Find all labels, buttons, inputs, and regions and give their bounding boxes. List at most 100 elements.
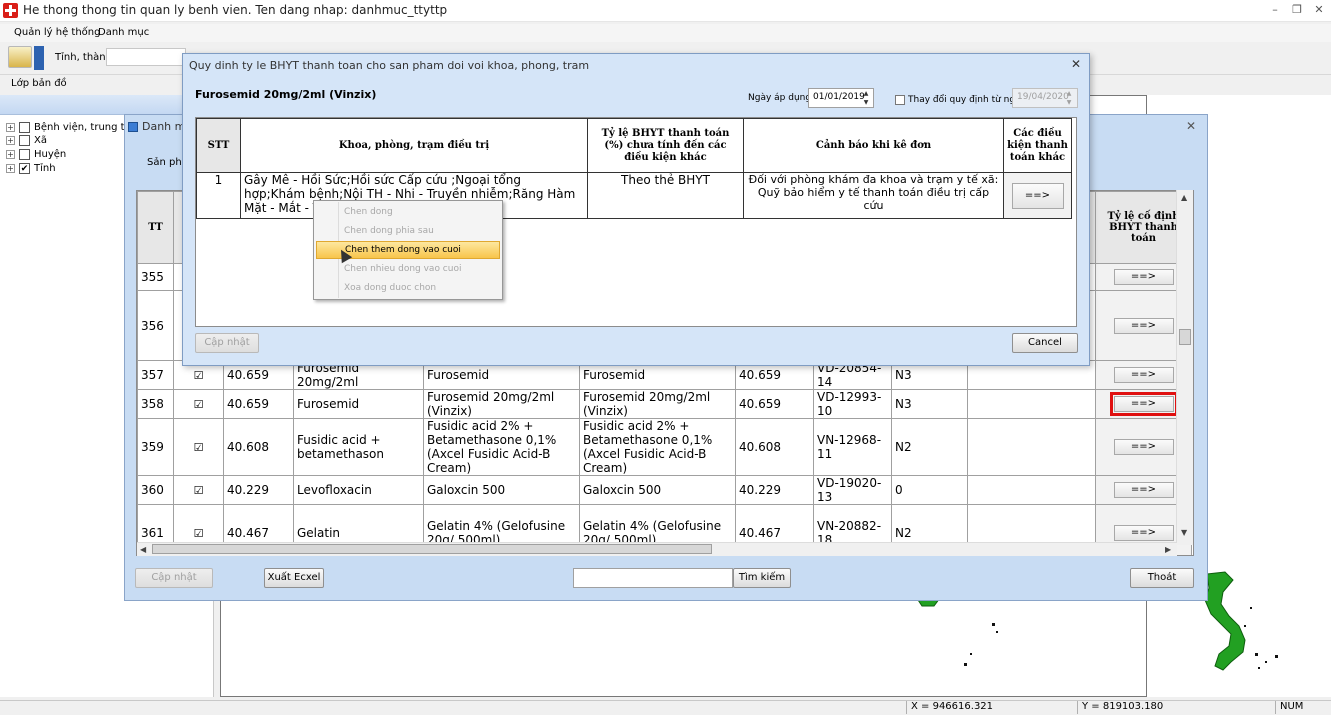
search-button[interactable]: Tìm kiếm [733,568,791,588]
set-rate-button[interactable]: ==> [1113,269,1174,285]
rate-cell[interactable]: Theo thẻ BHYT [587,172,744,219]
reg-cell[interactable]: VN-12968-11 [813,418,892,476]
set-rate-button[interactable]: ==> [1113,525,1174,541]
spin-down-icon[interactable]: ▼ [859,98,873,107]
expand-icon[interactable]: + [6,122,15,132]
code2-cell[interactable]: 40.608 [735,418,814,476]
column-header-stt[interactable]: STT [196,118,241,173]
search-input[interactable] [573,568,733,588]
tt-cell[interactable]: 360 [137,475,174,505]
export-excel-button[interactable]: Xuất Ecxel [264,568,324,588]
code-cell[interactable]: 40.659 [223,389,294,419]
column-header-conditions[interactable]: Các điều kiện thanh toán khác [1003,118,1072,173]
vertical-scrollbar[interactable]: ▲ ▼ [1176,190,1193,545]
code2-cell[interactable]: 40.229 [735,475,814,505]
name-cell[interactable]: Fusidic acid + betamethason [293,418,424,476]
horizontal-scroll-thumb[interactable] [152,544,712,554]
catalog-update-button[interactable]: Cập nhật [135,568,213,588]
change-rule-checkbox[interactable] [895,95,905,105]
active-cell[interactable]: Fusidic acid 2% + Betamethasone 0,1% (Ax… [423,418,580,476]
layer-checkbox[interactable]: ✔ [19,162,30,174]
column-header-bhyt-rate[interactable]: Tỷ lệ BHYT thanh toán (%) chưa tính đến … [587,118,744,173]
extra-cell[interactable] [967,389,1096,419]
menu-delete-selected-rows[interactable]: Xoa dong duoc chon [316,279,500,297]
scroll-up-icon[interactable]: ▲ [1181,193,1187,202]
menu-append-multiple-rows[interactable]: Chen nhieu dong vao cuoi [316,260,500,278]
reg-cell[interactable]: VD-12993-10 [813,389,892,419]
active-cell[interactable]: Galoxcin 500 [423,475,580,505]
layer-item-hospital[interactable]: + Bệnh viện, trung tâm [6,120,140,134]
layer-checkbox[interactable] [19,121,30,133]
conditions-cell[interactable]: ==> [1003,172,1072,219]
scroll-left-icon[interactable]: ◀ [140,545,146,554]
column-header-tt[interactable]: TT [137,191,174,264]
brand-cell[interactable]: Furosemid 20mg/2ml (Vinzix) [579,389,736,419]
spin-up-icon[interactable]: ▲ [1062,89,1076,98]
spin-up-icon[interactable]: ▲ [859,89,873,98]
expand-icon[interactable]: + [6,163,15,173]
change-rule-date-spinner[interactable]: ▲ ▼ [1062,89,1076,107]
name-cell[interactable]: Furosemid [293,389,424,419]
layer-item-province[interactable]: + ✔ Tỉnh [6,161,56,175]
minimize-button[interactable]: – [1264,2,1286,18]
set-rate-button[interactable]: ==> [1113,367,1174,383]
active-checkbox[interactable]: ☑ [173,475,224,505]
conditions-button[interactable]: ==> [1011,182,1064,209]
province-select[interactable] [106,48,186,66]
brand-cell[interactable]: Fusidic acid 2% + Betamethasone 0,1% (Ax… [579,418,736,476]
catalog-close-button[interactable]: ✕ [1186,119,1196,133]
apply-date-spinner[interactable]: ▲ ▼ [859,89,873,107]
map-tool-icon[interactable] [8,46,32,68]
table-row[interactable]: 359 ☑ 40.608 Fusidic acid + betamethason Fus… [137,418,1192,476]
set-rate-button[interactable]: ==> [1113,317,1174,334]
tt-cell[interactable]: 357 [137,360,174,390]
spin-down-icon[interactable]: ▼ [1062,98,1076,107]
exit-button[interactable]: Thoát [1130,568,1194,588]
expand-icon[interactable]: + [6,149,15,159]
layer-item-district[interactable]: + Huyện [6,147,66,161]
set-rate-button[interactable]: ==> [1113,482,1174,498]
tool-dropdown-button[interactable] [34,46,44,70]
menu-system[interactable]: Quản lý hệ thống [14,27,100,38]
layer-checkbox[interactable] [19,148,30,160]
tt-cell[interactable]: 355 [137,263,174,291]
close-window-button[interactable]: ✕ [1308,2,1330,18]
menu-catalog[interactable]: Danh mục [98,27,149,38]
vertical-scroll-thumb[interactable] [1179,329,1191,345]
tt-cell[interactable]: 356 [137,290,174,361]
reg-cell[interactable]: VD-19020-13 [813,475,892,505]
bhyt-cancel-button[interactable]: Cancel [1012,333,1078,353]
active-checkbox[interactable]: ☑ [173,418,224,476]
scroll-right-icon[interactable]: ▶ [1165,545,1171,554]
column-header-warning[interactable]: Cảnh báo khi kê đơn [743,118,1004,173]
tt-cell[interactable]: 358 [137,389,174,419]
group-cell[interactable]: 0 [891,475,968,505]
name-cell[interactable]: Levofloxacin [293,475,424,505]
code2-cell[interactable]: 40.659 [735,389,814,419]
extra-cell[interactable] [967,418,1096,476]
scroll-down-icon[interactable]: ▼ [1181,528,1187,537]
active-cell[interactable]: Furosemid 20mg/2ml (Vinzix) [423,389,580,419]
extra-cell[interactable] [967,475,1096,505]
bhyt-dialog-close-button[interactable]: ✕ [1071,57,1081,71]
set-rate-button[interactable]: ==> [1113,439,1174,455]
table-row[interactable]: 360 ☑ 40.229 Levofloxacin Galoxcin 500 Galoxc… [137,475,1192,505]
code-cell[interactable]: 40.608 [223,418,294,476]
code-cell[interactable]: 40.229 [223,475,294,505]
warning-cell[interactable]: Đối với phòng khám đa khoa và trạm y tế … [743,172,1004,219]
layer-checkbox[interactable] [19,134,30,146]
restore-button[interactable]: ❐ [1286,2,1308,18]
group-cell[interactable]: N3 [891,389,968,419]
group-cell[interactable]: N2 [891,418,968,476]
set-rate-button[interactable]: ==> [1109,392,1178,416]
bhyt-update-button[interactable]: Cập nhật [195,333,259,353]
layer-item-commune[interactable]: + Xã [6,133,47,147]
column-header-department[interactable]: Khoa, phòng, trạm điều trị [240,118,588,173]
expand-icon[interactable]: + [6,135,15,145]
menu-insert-row[interactable]: Chen dong [316,203,500,221]
tt-cell[interactable]: 359 [137,418,174,476]
stt-cell[interactable]: 1 [196,172,241,219]
brand-cell[interactable]: Galoxcin 500 [579,475,736,505]
menu-insert-row-after[interactable]: Chen dong phia sau [316,222,500,240]
table-row[interactable]: 358 ☑ 40.659 Furosemid Furosemid 20mg/2ml (V… [137,389,1192,419]
